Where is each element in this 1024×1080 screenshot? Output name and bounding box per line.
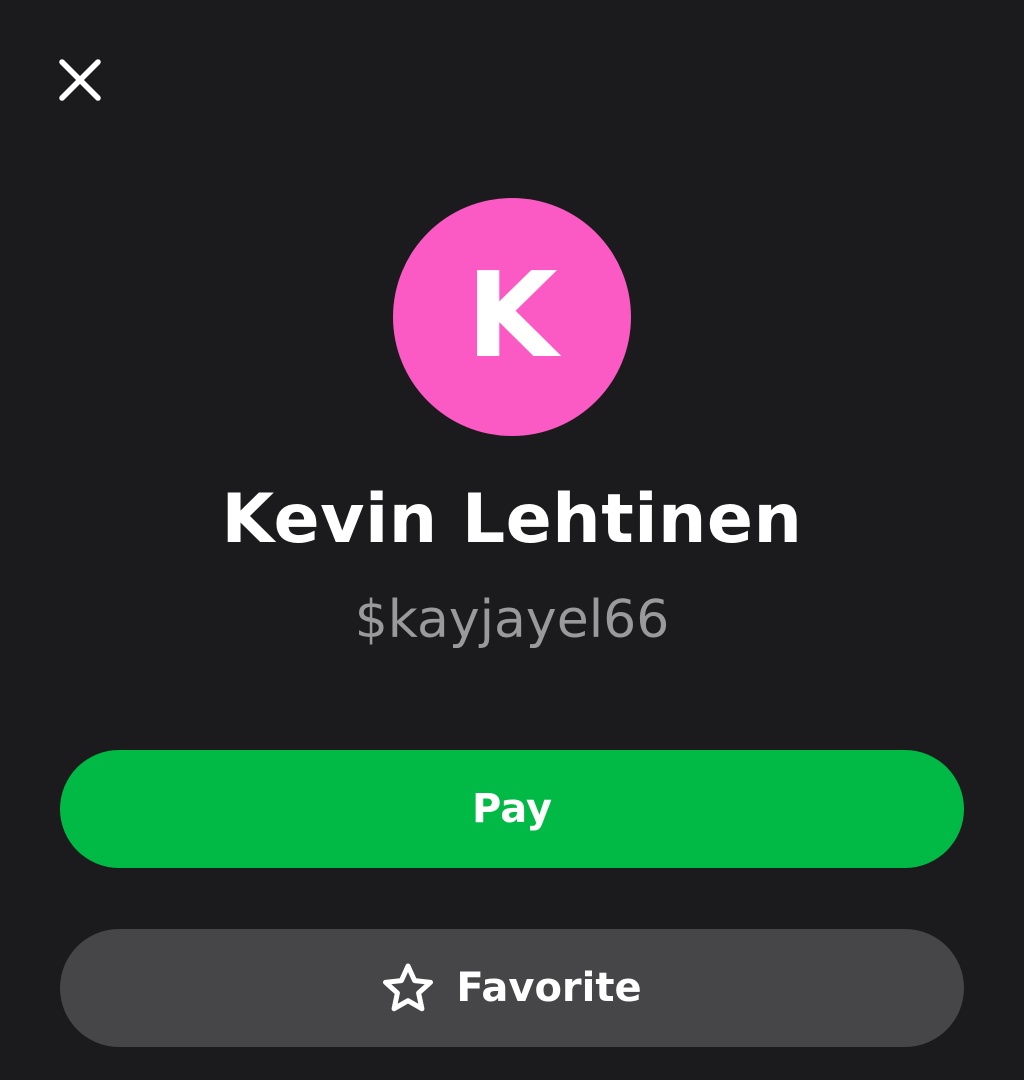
profile-name: Kevin Lehtinen (221, 480, 803, 559)
favorite-button-label: Favorite (456, 965, 642, 1011)
close-button[interactable] (50, 50, 110, 110)
avatar-initial: K (466, 246, 558, 384)
pay-button[interactable]: Pay (60, 750, 964, 868)
close-icon (59, 59, 101, 101)
profile-screen: K Kevin Lehtinen $kayjayel66 Pay Favorit… (0, 0, 1024, 1080)
avatar: K (393, 198, 631, 436)
profile-handle: $kayjayel66 (354, 590, 670, 650)
pay-button-label: Pay (471, 786, 553, 832)
star-outline-icon (382, 962, 434, 1014)
favorite-button[interactable]: Favorite (60, 929, 964, 1047)
